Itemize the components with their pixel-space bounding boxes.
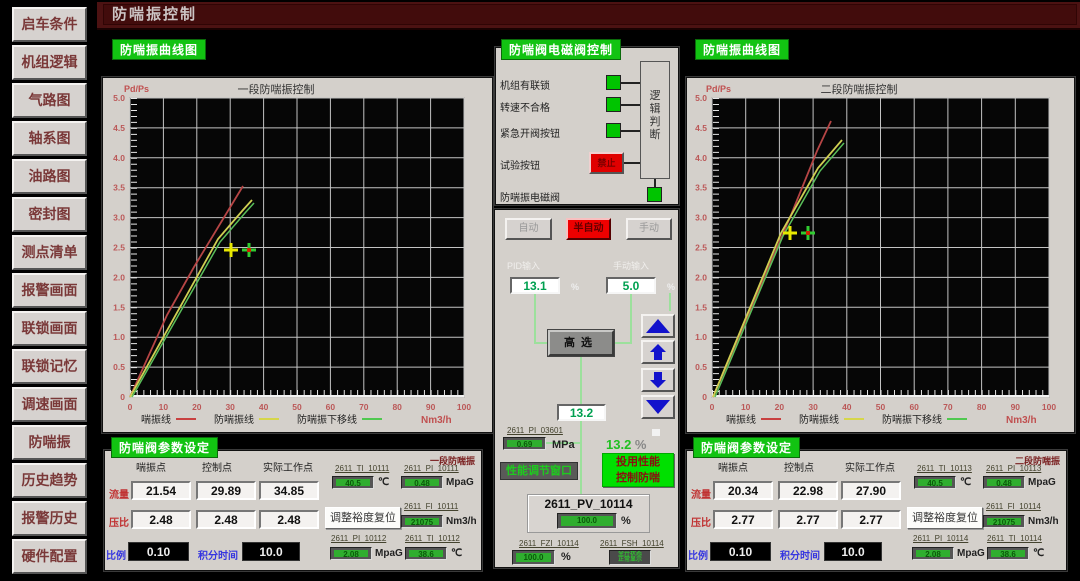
svg-text:3.5: 3.5 (695, 183, 707, 193)
svg-text:3.5: 3.5 (113, 183, 125, 193)
svg-text:0: 0 (120, 392, 125, 402)
svg-text:20: 20 (775, 402, 785, 412)
svg-text:5.0: 5.0 (113, 93, 125, 103)
svg-text:60: 60 (909, 402, 919, 412)
svg-text:80: 80 (977, 402, 987, 412)
svg-text:Pd/Ps: Pd/Ps (124, 84, 149, 94)
svg-text:1.5: 1.5 (113, 302, 125, 312)
svg-text:40: 40 (842, 402, 852, 412)
svg-text:Nm3/h: Nm3/h (1006, 415, 1037, 426)
svg-text:Nm3/h: Nm3/h (421, 415, 452, 426)
svg-text:1.5: 1.5 (695, 302, 707, 312)
svg-text:防喘振线: 防喘振线 (214, 413, 254, 426)
svg-text:3.0: 3.0 (113, 213, 125, 223)
svg-text:4.5: 4.5 (695, 123, 707, 133)
svg-text:二段防喘振控制: 二段防喘振控制 (821, 82, 898, 96)
svg-text:90: 90 (426, 402, 436, 412)
svg-text:10: 10 (741, 402, 751, 412)
svg-text:防喘振线: 防喘振线 (799, 413, 839, 426)
svg-text:0.5: 0.5 (695, 362, 707, 372)
svg-text:喘振线: 喘振线 (726, 413, 756, 426)
svg-text:20: 20 (192, 402, 202, 412)
svg-text:4.5: 4.5 (113, 123, 125, 133)
svg-text:3.0: 3.0 (695, 213, 707, 223)
svg-text:喘振线: 喘振线 (141, 413, 171, 426)
svg-text:80: 80 (392, 402, 402, 412)
svg-text:30: 30 (225, 402, 235, 412)
svg-text:100: 100 (1042, 402, 1056, 412)
svg-text:30: 30 (808, 402, 818, 412)
svg-text:2.5: 2.5 (113, 243, 125, 253)
svg-text:4.0: 4.0 (113, 153, 125, 163)
svg-text:60: 60 (326, 402, 336, 412)
svg-text:Pd/Ps: Pd/Ps (706, 84, 731, 94)
svg-text:40: 40 (259, 402, 269, 412)
svg-text:一段防喘振控制: 一段防喘振控制 (238, 82, 315, 96)
svg-text:防喘振下移线: 防喘振下移线 (297, 413, 357, 426)
svg-text:5.0: 5.0 (695, 93, 707, 103)
svg-text:50: 50 (292, 402, 302, 412)
svg-text:0: 0 (710, 402, 715, 412)
svg-text:4.0: 4.0 (695, 153, 707, 163)
svg-text:2.0: 2.0 (695, 272, 707, 282)
svg-text:防喘振下移线: 防喘振下移线 (882, 413, 942, 426)
svg-text:2.5: 2.5 (695, 243, 707, 253)
svg-text:10: 10 (159, 402, 169, 412)
svg-text:100: 100 (457, 402, 471, 412)
svg-text:70: 70 (943, 402, 953, 412)
svg-text:70: 70 (359, 402, 369, 412)
svg-text:0: 0 (702, 392, 707, 402)
svg-text:2.0: 2.0 (113, 272, 125, 282)
svg-text:1.0: 1.0 (695, 332, 707, 342)
svg-text:1.0: 1.0 (113, 332, 125, 342)
svg-text:90: 90 (1011, 402, 1021, 412)
svg-text:50: 50 (876, 402, 886, 412)
svg-text:0: 0 (128, 402, 133, 412)
svg-text:0.5: 0.5 (113, 362, 125, 372)
